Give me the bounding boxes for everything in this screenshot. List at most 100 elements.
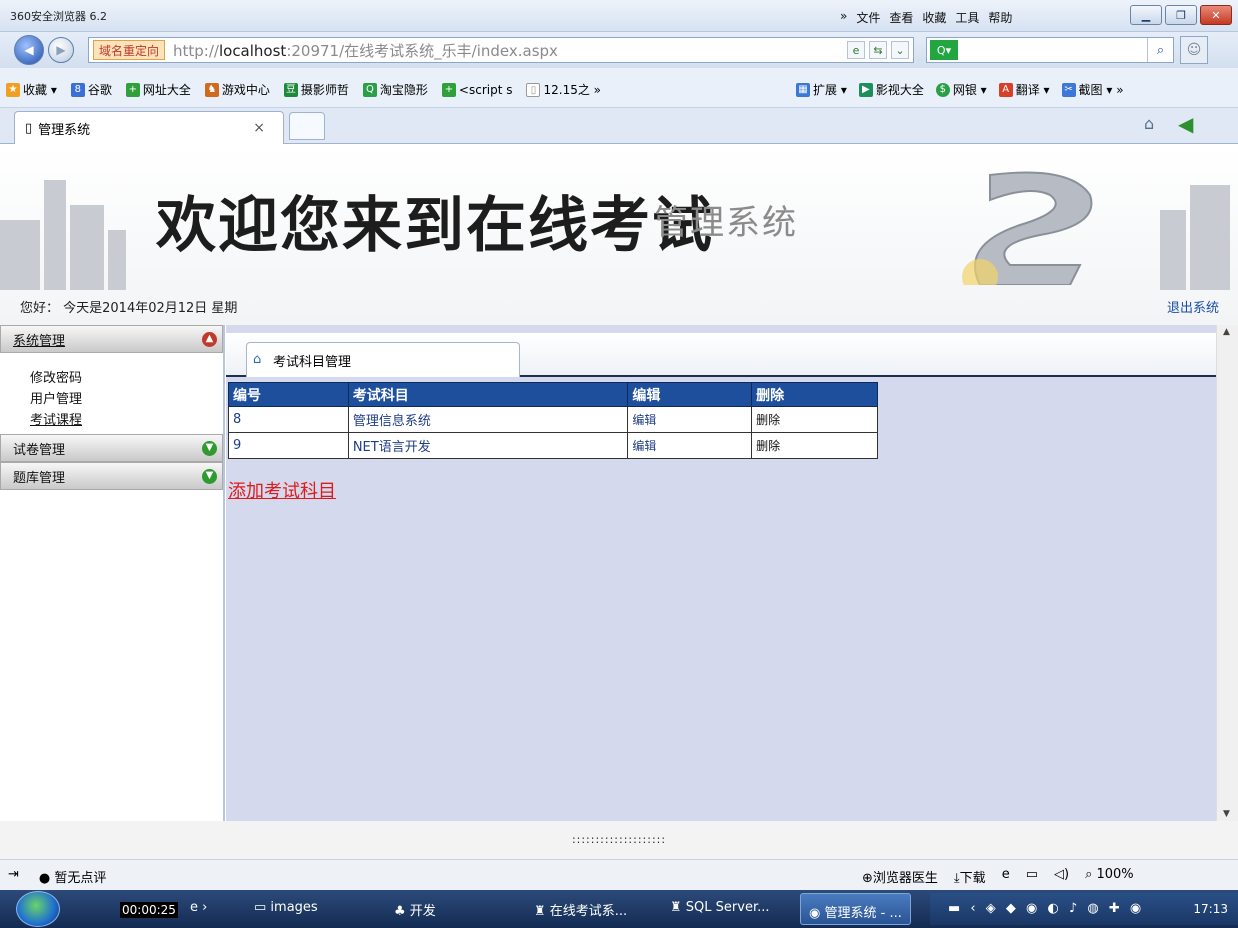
web-icon: + xyxy=(441,82,456,97)
expand-icon[interactable]: ▼ xyxy=(202,441,217,456)
ie-icon[interactable]: e xyxy=(1002,867,1010,886)
new-tab-button[interactable] xyxy=(289,112,325,140)
scroll-up-icon[interactable]: ▲ xyxy=(1223,327,1230,337)
redirect-badge[interactable]: 域名重定向 xyxy=(93,40,166,60)
tray-icons[interactable]: ▬ ‹ ◈ ◆ ◉ ◐ ♪ ◍ ✚ ◉ xyxy=(948,901,1144,916)
fav-google[interactable]: 8 谷歌 xyxy=(70,81,112,98)
user-avatar-icon[interactable]: ☺ xyxy=(1180,36,1208,64)
fav-sites[interactable]: + 网址大全 xyxy=(125,81,191,98)
search-icon[interactable]: ⌕ xyxy=(1147,38,1173,62)
table-row: 8 管理信息系统 编辑 删除 xyxy=(228,406,878,433)
forward-button[interactable]: ▶ xyxy=(48,37,74,63)
section-system[interactable]: 系统管理 ▲ xyxy=(0,325,223,353)
sidebar-item-exam-courses[interactable]: 考试课程 xyxy=(30,409,223,430)
content-tabstrip: ⌂ 考试科目管理 xyxy=(226,333,1216,377)
sidebar-item-change-password[interactable]: 修改密码 xyxy=(30,367,223,388)
task-sql-server[interactable]: ♜ SQL Server... xyxy=(670,900,770,915)
start-button[interactable] xyxy=(16,891,60,927)
menu-favorites[interactable]: 收藏 xyxy=(922,9,946,26)
expand-icon[interactable]: ▼ xyxy=(202,469,217,484)
site-banner: 欢迎您来到在线考试 管理系统 您好： 今天是2014年02月12日 星期 退出系… xyxy=(0,145,1238,325)
speed-mode-icon[interactable]: ⇆ xyxy=(869,41,887,59)
delete-link[interactable]: 删除 xyxy=(751,406,878,433)
url-input[interactable]: 域名重定向 http://localhost:20971/在线考试系统_乐丰/i… xyxy=(88,37,914,63)
web-page: 欢迎您来到在线考试 管理系统 您好： 今天是2014年02月12日 星期 退出系… xyxy=(0,145,1238,859)
window-icon[interactable]: ▭ xyxy=(1026,867,1038,886)
edit-link[interactable]: 编辑 xyxy=(627,432,753,459)
cell-id: 8 xyxy=(228,406,349,433)
task-exam-system[interactable]: ♜ 在线考试系... xyxy=(534,900,627,919)
fav-photo[interactable]: 豆摄影师哲 xyxy=(283,81,349,98)
fav-translate[interactable]: A 翻译 ▾ xyxy=(998,81,1050,98)
exit-icon[interactable]: ⇥ xyxy=(8,867,19,886)
fav-extensions[interactable]: ▦ 扩展 ▾ xyxy=(796,81,847,98)
fav-page[interactable]: ▯ 12.15之 » xyxy=(526,81,601,98)
fav-collect[interactable]: ★ 收藏 ▾ xyxy=(6,81,57,98)
menu-more[interactable]: » xyxy=(840,9,847,26)
url-actions: e ⇆ ⌄ xyxy=(847,41,909,59)
search-input[interactable]: Q▾ ⌕ xyxy=(926,37,1174,63)
sidebar-item-user-management[interactable]: 用户管理 xyxy=(30,388,223,409)
logout-link[interactable]: 退出系统 xyxy=(1167,297,1219,316)
sound-icon[interactable]: ◁) xyxy=(1054,867,1069,886)
tab-exam-subjects-label: 考试科目管理 xyxy=(273,354,352,370)
back-button[interactable]: ◀ xyxy=(14,35,44,65)
cell-subject: 管理信息系统 xyxy=(347,406,629,433)
fav-bank[interactable]: $ 网银 ▾ xyxy=(935,81,987,98)
banner-subtitle: 管理系统 xyxy=(654,203,798,243)
fav-script[interactable]: + <script s xyxy=(441,81,512,98)
left-sidebar: 系统管理 ▲ 修改密码 用户管理 考试课程 试卷管理 ▼ 题库管理 ▼ xyxy=(0,325,225,821)
undo-arrow-icon[interactable]: ◀ xyxy=(1178,112,1193,136)
douban-icon: 豆 xyxy=(283,82,298,97)
fav-video[interactable]: ▶ 影视大全 xyxy=(858,81,924,98)
delete-link[interactable]: 删除 xyxy=(751,432,878,459)
add-subject-link[interactable]: 添加考试科目 xyxy=(228,477,336,503)
menu-help[interactable]: 帮助 xyxy=(988,9,1012,26)
fav-screenshot[interactable]: ✂ 截图 ▾ » xyxy=(1061,81,1124,98)
zoom-control[interactable]: ⌕ 100% xyxy=(1085,867,1134,886)
footer-divider[interactable]: :::::::::::::::::::: xyxy=(0,821,1238,859)
restore-button[interactable]: ❐ xyxy=(1165,5,1197,25)
window-controls: ▁ ❐ ✕ xyxy=(1130,5,1232,25)
close-window-button[interactable]: ✕ xyxy=(1200,5,1232,25)
app-title: 360安全浏览器 6.2 xyxy=(10,10,107,23)
ie-mode-icon[interactable]: e xyxy=(847,41,865,59)
scroll-down-icon[interactable]: ▼ xyxy=(1223,809,1230,819)
page-icon: ▯ xyxy=(25,120,33,136)
rating[interactable]: ● 暂无点评 xyxy=(39,867,107,886)
page-scrollbar[interactable]: ▲ ▼ xyxy=(1216,325,1238,821)
edit-link[interactable]: 编辑 xyxy=(627,406,753,433)
tab-exam-subjects[interactable]: ⌂ 考试科目管理 xyxy=(246,342,520,377)
close-tab-icon[interactable]: × xyxy=(253,120,265,136)
menu-file[interactable]: 文件 xyxy=(856,9,880,26)
ie-launch-icon[interactable]: e › xyxy=(190,900,207,915)
window-titlebar: 360安全浏览器 6.2 » 文件 查看 收藏 工具 帮助 ▁ ❐ ✕ xyxy=(0,0,1238,32)
fav-games[interactable]: ♞ 游戏中心 xyxy=(204,81,270,98)
menu-view[interactable]: 查看 xyxy=(889,9,913,26)
subjects-table: 编号 考试科目 编辑 删除 8 管理信息系统 编辑 删除 9 NET语言开发 编… xyxy=(228,382,878,459)
url-text[interactable]: http://localhost:20971/在线考试系统_乐丰/index.a… xyxy=(173,40,558,61)
task-dev[interactable]: ♣ 开发 xyxy=(394,900,436,919)
col-delete: 删除 xyxy=(751,382,878,407)
recording-timer: 00:00:25 xyxy=(120,902,178,918)
tray-clock[interactable]: 17:13 xyxy=(1193,902,1228,916)
download-button[interactable]: ⤓下载 xyxy=(954,867,986,886)
task-management-system[interactable]: ◉ 管理系统 - ... xyxy=(800,893,911,925)
minimize-button[interactable]: ▁ xyxy=(1130,5,1162,25)
menu-tools[interactable]: 工具 xyxy=(955,9,979,26)
browser-tab-label: 管理系统 xyxy=(38,122,91,138)
home-icon[interactable]: ⌂ xyxy=(1144,114,1154,133)
search-engine-icon[interactable]: Q▾ xyxy=(930,40,958,60)
fav-taobao[interactable]: Q 淘宝隐形 xyxy=(362,81,428,98)
doctor-icon: ⊕ xyxy=(862,871,873,886)
section-papers-label: 试卷管理 xyxy=(13,442,66,458)
section-papers[interactable]: 试卷管理 ▼ xyxy=(0,434,223,462)
browser-doctor[interactable]: ⊕浏览器医生 xyxy=(862,867,938,886)
video-icon: ▶ xyxy=(858,82,873,97)
browser-tab-active[interactable]: ▯ 管理系统 × xyxy=(14,111,284,144)
section-question-bank[interactable]: 题库管理 ▼ xyxy=(0,462,223,490)
dropdown-icon[interactable]: ⌄ xyxy=(891,41,909,59)
task-images[interactable]: ▭ images xyxy=(254,900,318,915)
section-system-items: 修改密码 用户管理 考试课程 xyxy=(0,353,223,434)
collapse-icon[interactable]: ▲ xyxy=(202,332,217,347)
